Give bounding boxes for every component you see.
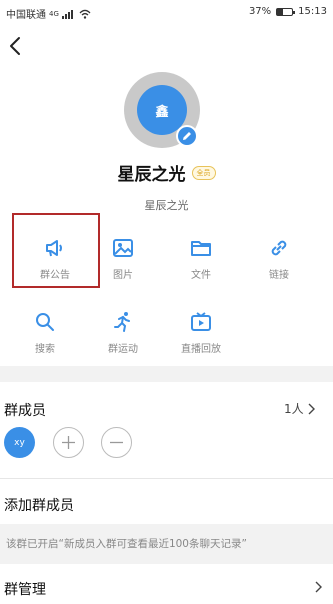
action-label: 链接 xyxy=(269,270,289,281)
action-links[interactable]: 链接 xyxy=(244,236,314,296)
clock: 15:13 xyxy=(298,6,327,17)
group-name: 星辰之光 xyxy=(117,165,186,185)
member-badge: 全员 xyxy=(191,165,216,180)
group-subtitle: 星辰之光 xyxy=(144,199,189,212)
action-images[interactable]: 图片 xyxy=(88,236,158,296)
action-label: 图片 xyxy=(113,270,133,281)
tv-icon xyxy=(191,312,211,331)
history-notice: 该群已开启“新成员入群可查看最近100条聊天记录” xyxy=(0,524,333,564)
plus-icon xyxy=(62,436,75,449)
add-member-circle-button[interactable] xyxy=(53,427,84,458)
chevron-right-icon xyxy=(315,581,322,593)
network-label: 4G xyxy=(49,9,59,18)
member-avatar[interactable]: xy xyxy=(4,427,35,458)
action-label: 直播回放 xyxy=(181,344,221,355)
action-label: 搜索 xyxy=(35,344,55,355)
battery-icon xyxy=(276,7,296,16)
link-icon xyxy=(271,240,287,256)
back-button[interactable] xyxy=(6,34,26,58)
action-files[interactable]: 文件 xyxy=(166,236,236,296)
group-title: 星辰之光 全员 xyxy=(0,160,333,185)
carrier-label: 中国联通 xyxy=(6,10,46,21)
action-live-replay[interactable]: 直播回放 xyxy=(166,310,236,370)
chevron-right-icon xyxy=(308,403,315,414)
running-icon xyxy=(114,312,130,332)
action-group-sport[interactable]: 群运动 xyxy=(88,310,158,370)
pencil-icon xyxy=(183,132,191,140)
edit-avatar-button[interactable] xyxy=(176,125,198,147)
remove-member-circle-button[interactable] xyxy=(101,427,132,458)
members-title: 群成员 xyxy=(4,403,46,419)
action-search[interactable]: 搜索 xyxy=(10,310,80,370)
add-member-row[interactable]: 添加群成员 xyxy=(0,479,333,523)
section-divider xyxy=(0,366,333,382)
action-label: 文件 xyxy=(191,270,211,281)
members-count-link[interactable]: 1人 xyxy=(284,400,315,417)
folder-icon xyxy=(191,241,211,256)
signal-icon xyxy=(61,9,73,19)
selection-highlight xyxy=(12,213,100,288)
history-notice-text: 该群已开启“新成员入群可查看最近100条聊天记录” xyxy=(6,538,247,550)
members-count: 1人 xyxy=(284,402,304,416)
minus-icon xyxy=(110,441,123,444)
wifi-icon xyxy=(79,9,91,19)
group-manage-row[interactable]: 群管理 xyxy=(0,564,333,604)
status-bar: 中国联通 4G 37% 15:13 xyxy=(0,0,333,26)
battery-percent: 37% xyxy=(248,6,272,17)
group-manage-label: 群管理 xyxy=(4,582,46,598)
add-member-label: 添加群成员 xyxy=(4,498,74,514)
image-icon xyxy=(113,239,133,257)
back-chevron-icon xyxy=(10,37,20,55)
action-label: 群运动 xyxy=(108,344,138,355)
search-icon xyxy=(36,313,54,331)
